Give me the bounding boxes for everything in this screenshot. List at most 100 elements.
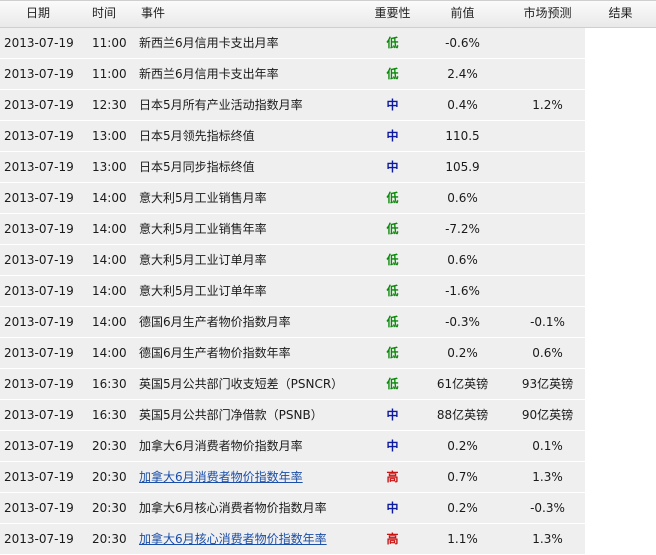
- header-forecast: 市场预测: [523, 6, 572, 20]
- time-cell: 20:30: [90, 493, 135, 523]
- table-row: 2013-07-19 13:00 日本5月同步指标终值 中 105.9: [0, 152, 656, 183]
- time-cell: 14:00: [90, 183, 135, 213]
- event-cell: 新西兰6月信用卡支出月率: [135, 28, 370, 58]
- forecast-value: [510, 276, 585, 306]
- importance-badge: 低: [370, 183, 415, 213]
- result-value: [585, 245, 656, 275]
- previous-value: 2.4%: [415, 59, 510, 89]
- date-cell: 2013-07-19: [0, 276, 90, 306]
- importance-badge: 低: [370, 59, 415, 89]
- event-label: 意大利5月工业订单月率: [139, 253, 267, 267]
- importance-badge: 高: [370, 524, 415, 554]
- previous-value: 0.6%: [415, 245, 510, 275]
- event-label: 意大利5月工业销售年率: [139, 222, 267, 236]
- event-label: 意大利5月工业订单年率: [139, 284, 267, 298]
- date-cell: 2013-07-19: [0, 369, 90, 399]
- importance-badge: 中: [370, 152, 415, 182]
- header-date: 日期: [26, 6, 51, 20]
- date-cell: 2013-07-19: [0, 338, 90, 368]
- forecast-value: 1.3%: [510, 524, 585, 554]
- event-cell: 英国5月公共部门净借款（PSNB）: [135, 400, 370, 430]
- date-cell: 2013-07-19: [0, 152, 90, 182]
- importance-badge: 中: [370, 400, 415, 430]
- time-cell: 14:00: [90, 245, 135, 275]
- result-value: [585, 276, 656, 306]
- result-value: [585, 524, 656, 554]
- event-label: 日本5月同步指标终值: [139, 160, 255, 174]
- importance-badge: 中: [370, 90, 415, 120]
- previous-value: 0.6%: [415, 183, 510, 213]
- time-cell: 12:30: [90, 90, 135, 120]
- forecast-value: [510, 59, 585, 89]
- importance-badge: 低: [370, 307, 415, 337]
- table-row: 2013-07-19 20:30 加拿大6月消费者物价指数年率 高 0.7% 1.3%: [0, 462, 656, 493]
- importance-badge: 中: [370, 431, 415, 461]
- result-value: [585, 462, 656, 492]
- result-value: [585, 121, 656, 151]
- importance-badge: 低: [370, 214, 415, 244]
- table-row: 2013-07-19 16:30 英国5月公共部门净借款（PSNB） 中 88亿英镑 90…: [0, 400, 656, 431]
- importance-badge: 低: [370, 245, 415, 275]
- event-label: 意大利5月工业销售月率: [139, 191, 267, 205]
- date-cell: 2013-07-19: [0, 431, 90, 461]
- date-cell: 2013-07-19: [0, 28, 90, 58]
- previous-value: 0.2%: [415, 431, 510, 461]
- event-cell: 意大利5月工业销售月率: [135, 183, 370, 213]
- previous-value: 0.7%: [415, 462, 510, 492]
- result-value: [585, 152, 656, 182]
- result-value: [585, 59, 656, 89]
- date-cell: 2013-07-19: [0, 307, 90, 337]
- forecast-value: [510, 121, 585, 151]
- previous-value: 105.9: [415, 152, 510, 182]
- event-label: 德国6月生产者物价指数年率: [139, 346, 291, 360]
- event-label: 德国6月生产者物价指数月率: [139, 315, 291, 329]
- event-label: 日本5月领先指标终值: [139, 129, 255, 143]
- previous-value: 61亿英镑: [415, 369, 510, 399]
- table-row: 2013-07-19 14:00 意大利5月工业订单年率 低 -1.6%: [0, 276, 656, 307]
- time-cell: 14:00: [90, 214, 135, 244]
- forecast-value: [510, 152, 585, 182]
- forecast-value: -0.3%: [510, 493, 585, 523]
- event-cell: 加拿大6月消费者物价指数年率: [135, 462, 370, 492]
- result-value: [585, 214, 656, 244]
- header-result: 结果: [608, 6, 633, 20]
- importance-badge: 低: [370, 276, 415, 306]
- date-cell: 2013-07-19: [0, 183, 90, 213]
- date-cell: 2013-07-19: [0, 121, 90, 151]
- header-importance: 重要性: [374, 6, 411, 20]
- event-cell: 德国6月生产者物价指数年率: [135, 338, 370, 368]
- previous-value: -0.6%: [415, 28, 510, 58]
- importance-badge: 中: [370, 121, 415, 151]
- previous-value: 88亿英镑: [415, 400, 510, 430]
- date-cell: 2013-07-19: [0, 524, 90, 554]
- result-value: [585, 431, 656, 461]
- event-link[interactable]: 加拿大6月消费者物价指数年率: [139, 470, 303, 484]
- forecast-value: [510, 245, 585, 275]
- result-value: [585, 338, 656, 368]
- event-label: 新西兰6月信用卡支出年率: [139, 67, 279, 81]
- time-cell: 14:00: [90, 338, 135, 368]
- event-label: 英国5月公共部门净借款（PSNB）: [139, 408, 323, 422]
- header-event: 事件: [141, 6, 166, 20]
- time-cell: 14:00: [90, 307, 135, 337]
- table-row: 2013-07-19 16:30 英国5月公共部门收支短差（PSNCR） 低 61亿英镑…: [0, 369, 656, 400]
- date-cell: 2013-07-19: [0, 90, 90, 120]
- time-cell: 11:00: [90, 59, 135, 89]
- event-link[interactable]: 加拿大6月核心消费者物价指数年率: [139, 532, 327, 546]
- importance-badge: 中: [370, 493, 415, 523]
- forecast-value: 90亿英镑: [510, 400, 585, 430]
- table-row: 2013-07-19 14:00 德国6月生产者物价指数年率 低 0.2% 0.6%: [0, 338, 656, 369]
- table-row: 2013-07-19 11:00 新西兰6月信用卡支出月率 低 -0.6%: [0, 28, 656, 59]
- event-cell: 德国6月生产者物价指数月率: [135, 307, 370, 337]
- date-cell: 2013-07-19: [0, 59, 90, 89]
- result-value: [585, 183, 656, 213]
- event-cell: 加拿大6月核心消费者物价指数月率: [135, 493, 370, 523]
- date-cell: 2013-07-19: [0, 214, 90, 244]
- result-value: [585, 90, 656, 120]
- event-cell: 新西兰6月信用卡支出年率: [135, 59, 370, 89]
- previous-value: 110.5: [415, 121, 510, 151]
- time-cell: 13:00: [90, 152, 135, 182]
- date-cell: 2013-07-19: [0, 245, 90, 275]
- result-value: [585, 493, 656, 523]
- forecast-value: 0.6%: [510, 338, 585, 368]
